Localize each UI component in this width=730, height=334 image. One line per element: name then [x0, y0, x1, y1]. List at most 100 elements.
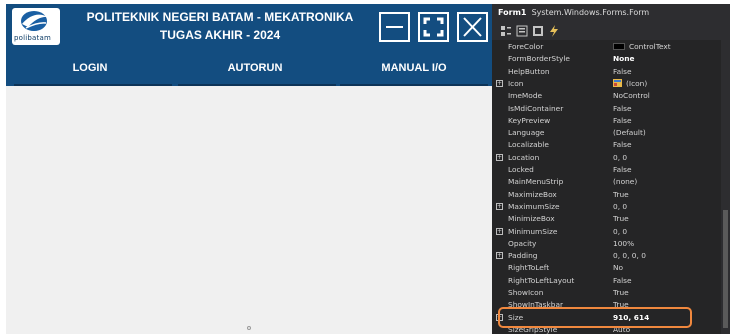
- property-name: RightToLeft: [508, 263, 550, 273]
- properties-toolbar: [492, 22, 730, 40]
- property-name: Opacity: [508, 238, 537, 248]
- property-value-text: False: [613, 103, 632, 113]
- object-selector[interactable]: Form1 System.Windows.Forms.Form: [492, 4, 730, 22]
- property-value[interactable]: NoControl: [613, 90, 718, 102]
- property-value[interactable]: (none): [613, 176, 718, 188]
- property-row[interactable]: + Padding 0, 0, 0, 0: [492, 250, 720, 262]
- property-row[interactable]: ShowIcon True: [492, 287, 720, 299]
- property-value-text: NoControl: [613, 91, 650, 101]
- property-value[interactable]: False: [613, 164, 718, 176]
- property-value[interactable]: (Default): [613, 127, 718, 139]
- property-value[interactable]: No: [613, 262, 718, 274]
- property-value[interactable]: False: [613, 103, 718, 115]
- property-value[interactable]: 0, 0: [613, 226, 718, 238]
- property-row[interactable]: Locked False: [492, 164, 720, 176]
- property-name: HelpButton: [508, 66, 550, 76]
- nav-autorun-button[interactable]: AUTORUN: [174, 48, 336, 86]
- close-button[interactable]: [457, 12, 488, 42]
- property-row[interactable]: + MaximumSize 0, 0: [492, 201, 720, 213]
- object-name: Form1: [498, 8, 527, 17]
- property-name: MaximizeBox: [508, 189, 557, 199]
- property-row[interactable]: IsMdiContainer False: [492, 103, 720, 115]
- property-value-text: False: [613, 66, 632, 76]
- expand-icon[interactable]: +: [496, 79, 503, 87]
- property-row[interactable]: ForeColor ControlText: [492, 41, 720, 53]
- expand-icon[interactable]: +: [496, 153, 503, 161]
- property-row[interactable]: MaximizeBox True: [492, 189, 720, 201]
- property-value-text: (Default): [613, 128, 646, 138]
- alphabetical-icon[interactable]: [516, 25, 528, 37]
- nav-manual-io-button[interactable]: MANUAL I/O: [336, 48, 492, 86]
- property-name: ImeMode: [508, 91, 543, 101]
- events-icon[interactable]: [548, 25, 560, 37]
- properties-icon[interactable]: [532, 25, 544, 37]
- property-name: KeyPreview: [508, 115, 551, 125]
- property-value-text: True: [613, 300, 629, 310]
- property-value-text: Auto: [613, 324, 631, 334]
- property-row[interactable]: + Location 0, 0: [492, 152, 720, 164]
- property-row[interactable]: + Size 910, 614: [492, 312, 720, 324]
- nav-underline: [178, 84, 336, 86]
- property-row[interactable]: FormBorderStyle None: [492, 53, 720, 65]
- polibatam-logo: polibatam: [12, 8, 60, 45]
- property-value[interactable]: True: [613, 213, 718, 225]
- expand-icon[interactable]: +: [496, 313, 503, 321]
- property-value-text: 910, 614: [613, 312, 650, 322]
- property-value[interactable]: True: [613, 189, 718, 201]
- property-value[interactable]: True: [613, 287, 718, 299]
- property-row[interactable]: + Icon (Icon): [492, 78, 720, 90]
- property-value[interactable]: False: [613, 66, 718, 78]
- cursor-icon: [247, 326, 251, 330]
- property-row[interactable]: MinimizeBox True: [492, 213, 720, 225]
- property-row[interactable]: Localizable False: [492, 139, 720, 151]
- property-value[interactable]: (Icon): [613, 78, 718, 90]
- property-row[interactable]: RightToLeftLayout False: [492, 275, 720, 287]
- property-value[interactable]: 0, 0: [613, 201, 718, 213]
- property-value-text: False: [613, 140, 632, 150]
- expand-icon[interactable]: +: [496, 252, 503, 260]
- maximize-button[interactable]: [418, 12, 449, 42]
- categorized-icon[interactable]: [500, 25, 512, 37]
- property-value-text: None: [613, 54, 635, 64]
- property-value[interactable]: False: [613, 275, 718, 287]
- property-value[interactable]: 0, 0: [613, 152, 718, 164]
- property-value[interactable]: False: [613, 115, 718, 127]
- property-row[interactable]: ShowInTaskbar True: [492, 299, 720, 311]
- property-value[interactable]: None: [613, 53, 718, 65]
- form-content-area[interactable]: [6, 88, 492, 334]
- nav-login-button[interactable]: LOGIN: [6, 48, 174, 86]
- property-grid-scrollbar[interactable]: [721, 40, 730, 334]
- color-swatch: [613, 42, 625, 50]
- property-value[interactable]: 910, 614: [613, 312, 718, 324]
- property-value-text: 0, 0: [613, 226, 628, 236]
- property-row[interactable]: ImeMode NoControl: [492, 90, 720, 102]
- property-row[interactable]: Language (Default): [492, 127, 720, 139]
- property-value-text: 100%: [613, 238, 635, 248]
- property-value[interactable]: ControlText: [613, 41, 718, 53]
- minimize-button[interactable]: [379, 12, 410, 42]
- property-grid[interactable]: ForeColor ControlText FormBorderStyle None H…: [492, 41, 720, 334]
- property-row[interactable]: RightToLeft No: [492, 262, 720, 274]
- property-row[interactable]: SizeGripStyle Auto: [492, 324, 720, 334]
- property-value[interactable]: True: [613, 299, 718, 311]
- scrollbar-thumb[interactable]: [723, 210, 728, 328]
- property-row[interactable]: HelpButton False: [492, 66, 720, 78]
- property-row[interactable]: KeyPreview False: [492, 115, 720, 127]
- form-designer-window[interactable]: polibatam POLITEKNIK NEGERI BATAM - MEKA…: [6, 4, 492, 334]
- property-name: MinimizeBox: [508, 214, 555, 224]
- property-value[interactable]: 0, 0, 0, 0: [613, 250, 718, 262]
- property-name: Icon: [508, 78, 524, 88]
- expand-icon[interactable]: +: [496, 202, 503, 210]
- property-value-text: 0, 0: [613, 152, 628, 162]
- property-row[interactable]: Opacity 100%: [492, 238, 720, 250]
- property-value-text: False: [613, 165, 632, 174]
- property-value[interactable]: Auto: [613, 324, 718, 334]
- close-icon: [463, 17, 482, 37]
- property-row[interactable]: MainMenuStrip (none): [492, 176, 720, 188]
- property-name: IsMdiContainer: [508, 103, 564, 113]
- property-row[interactable]: + MinimumSize 0, 0: [492, 226, 720, 238]
- property-name: ShowInTaskbar: [508, 300, 564, 310]
- property-value[interactable]: False: [613, 139, 718, 151]
- expand-icon[interactable]: +: [496, 227, 503, 235]
- property-value[interactable]: 100%: [613, 238, 718, 250]
